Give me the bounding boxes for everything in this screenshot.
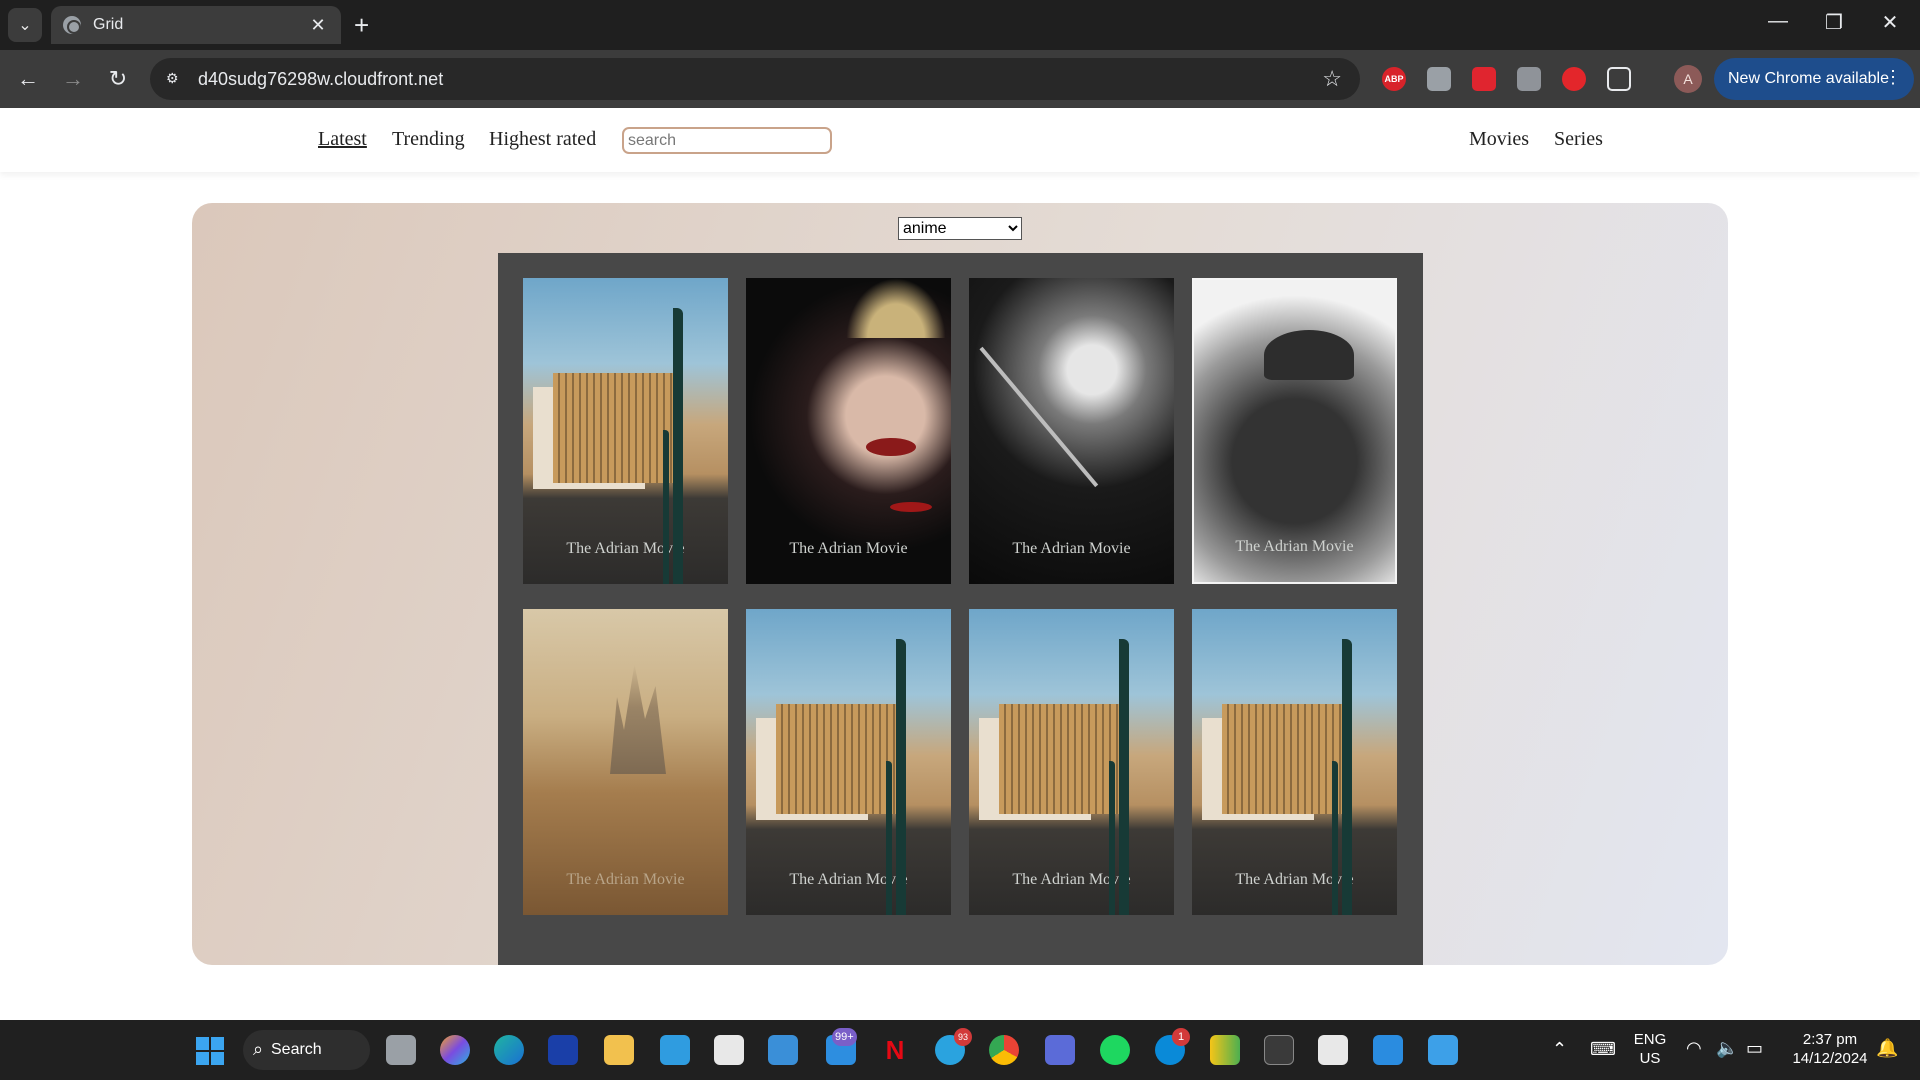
site-header: Latest Trending Highest rated Movies Ser… bbox=[0, 108, 1920, 172]
update-label: New Chrome available bbox=[1728, 70, 1889, 87]
edge-icon[interactable] bbox=[494, 1035, 524, 1065]
site-info-icon[interactable]: ⚙ bbox=[166, 70, 186, 88]
movie-card[interactable]: The Adrian Movie bbox=[969, 609, 1174, 915]
translate-extension-icon[interactable] bbox=[1517, 67, 1541, 91]
back-icon[interactable]: ← bbox=[13, 64, 43, 94]
movie-title: The Adrian Movie bbox=[1012, 871, 1131, 888]
reload-icon[interactable]: ↻ bbox=[103, 64, 133, 94]
keyboard-icon[interactable]: ⌨ bbox=[1590, 1039, 1616, 1060]
movie-title: The Adrian Movie bbox=[789, 871, 908, 888]
photos-app-icon[interactable] bbox=[768, 1035, 798, 1065]
movie-title: The Adrian Movie bbox=[1012, 540, 1131, 557]
more-menu-icon[interactable]: ⋮ bbox=[1884, 67, 1902, 88]
l-app-icon[interactable] bbox=[548, 1035, 578, 1065]
restore-icon[interactable]: ❐ bbox=[1814, 10, 1854, 35]
browser-tab[interactable]: Grid ✕ bbox=[51, 6, 341, 44]
task-view-icon[interactable] bbox=[386, 1035, 416, 1065]
hand-extension-icon[interactable] bbox=[1562, 67, 1586, 91]
clock-time: 2:37 pm bbox=[1802, 1031, 1858, 1048]
netflix-icon[interactable]: N bbox=[880, 1035, 910, 1065]
telegram-badge: 93 bbox=[954, 1028, 972, 1046]
address-bar[interactable]: ⚙ d40sudg76298w.cloudfront.net ☆ bbox=[150, 58, 1360, 100]
chevron-down-icon: ⌄ bbox=[18, 17, 32, 34]
search-icon: ⌕ bbox=[253, 1039, 264, 1059]
region-code: US bbox=[1639, 1050, 1661, 1067]
nav-trending[interactable]: Trending bbox=[392, 128, 465, 151]
monitor-app-icon[interactable] bbox=[660, 1035, 690, 1065]
clock[interactable]: 2:37 pm 14/12/2024 bbox=[1780, 1030, 1880, 1068]
clock-date: 14/12/2024 bbox=[1792, 1050, 1868, 1067]
nav-latest[interactable]: Latest bbox=[318, 128, 367, 151]
movie-title: The Adrian Movie bbox=[566, 871, 685, 888]
chrome-update-button[interactable]: New Chrome available ⋮ bbox=[1714, 58, 1914, 100]
terminal-icon[interactable] bbox=[1264, 1035, 1294, 1065]
search-input[interactable] bbox=[622, 127, 832, 154]
nav-movies[interactable]: Movies bbox=[1469, 128, 1529, 151]
movie-card[interactable]: The Adrian Movie bbox=[1192, 278, 1397, 584]
language-code: ENG bbox=[1633, 1031, 1667, 1048]
media-player-icon[interactable] bbox=[1045, 1035, 1075, 1065]
taskbar: ⌕ Search 99+ N 93 1 ⌃ ⌨ ENG US ◠ 🔈 ▭ 2:3… bbox=[0, 1020, 1920, 1080]
movie-card[interactable]: The Adrian Movie bbox=[746, 609, 951, 915]
nav-highest-rated[interactable]: Highest rated bbox=[489, 128, 596, 151]
paint-app-icon[interactable] bbox=[1428, 1035, 1458, 1065]
browser-toolbar: ← → ↻ ⚙ d40sudg76298w.cloudfront.net ☆ bbox=[0, 50, 1920, 108]
printer-extension-icon[interactable] bbox=[1427, 67, 1451, 91]
skype-badge: 1 bbox=[1172, 1028, 1190, 1046]
movie-title: The Adrian Movie bbox=[1235, 538, 1354, 555]
mail-badge: 99+ bbox=[832, 1028, 857, 1046]
web-page: Latest Trending Highest rated Movies Ser… bbox=[0, 108, 1920, 1020]
taskbar-search[interactable]: ⌕ Search bbox=[243, 1030, 370, 1070]
file-explorer-icon[interactable] bbox=[604, 1035, 634, 1065]
movie-card[interactable]: The Adrian Movie bbox=[523, 278, 728, 584]
tab-title: Grid bbox=[93, 16, 124, 33]
movie-card[interactable]: The Adrian Movie bbox=[1192, 609, 1397, 915]
url-text: d40sudg76298w.cloudfront.net bbox=[198, 68, 444, 89]
notification-bell-icon[interactable]: 🔔 bbox=[1876, 1038, 1898, 1059]
minimize-icon[interactable]: — bbox=[1758, 10, 1798, 33]
chevron-up-icon[interactable]: ⌃ bbox=[1552, 1039, 1567, 1060]
language-indicator[interactable]: ENG US bbox=[1628, 1030, 1672, 1068]
movie-title: The Adrian Movie bbox=[566, 540, 685, 557]
chrome-icon[interactable] bbox=[989, 1035, 1019, 1065]
volume-icon[interactable]: 🔈 bbox=[1716, 1038, 1738, 1059]
movie-grid: The Adrian Movie The Adrian Movie The Ad… bbox=[523, 278, 1397, 915]
window-close-icon[interactable]: ✕ bbox=[1870, 10, 1910, 35]
movie-title: The Adrian Movie bbox=[1235, 871, 1354, 888]
copilot-icon[interactable] bbox=[440, 1035, 470, 1065]
content-panel: anime The Adrian Movie The Adrian Movie … bbox=[192, 203, 1728, 965]
forward-icon[interactable]: → bbox=[58, 64, 88, 94]
vscode-icon[interactable] bbox=[1373, 1035, 1403, 1065]
movie-card[interactable]: The Adrian Movie bbox=[523, 609, 728, 915]
battery-icon[interactable]: ▭ bbox=[1746, 1038, 1763, 1059]
tab-strip: ⌄ Grid ✕ + — ❐ ✕ bbox=[0, 0, 1920, 50]
movie-card[interactable]: The Adrian Movie bbox=[969, 278, 1174, 584]
media-extension-icon[interactable] bbox=[1472, 67, 1496, 91]
globe-icon bbox=[63, 16, 81, 34]
adblock-extension-icon[interactable]: ABP bbox=[1382, 67, 1406, 91]
close-icon[interactable]: ✕ bbox=[307, 15, 329, 36]
nav-series[interactable]: Series bbox=[1554, 128, 1603, 151]
movie-grid-container: The Adrian Movie The Adrian Movie The Ad… bbox=[498, 253, 1423, 965]
spotify-icon[interactable] bbox=[1100, 1035, 1130, 1065]
genre-select[interactable]: anime bbox=[898, 217, 1022, 240]
movie-title: The Adrian Movie bbox=[789, 540, 908, 557]
new-tab-button[interactable]: + bbox=[354, 10, 369, 40]
wifi-icon[interactable]: ◠ bbox=[1686, 1038, 1702, 1059]
taskbar-search-label: Search bbox=[271, 1041, 322, 1058]
profile-avatar[interactable]: A bbox=[1674, 65, 1702, 93]
windows-start-icon[interactable] bbox=[196, 1037, 224, 1065]
extensions-puzzle-icon[interactable] bbox=[1607, 67, 1631, 91]
gt-app-icon[interactable] bbox=[1210, 1035, 1240, 1065]
document-app-icon[interactable] bbox=[1318, 1035, 1348, 1065]
store-icon[interactable] bbox=[714, 1035, 744, 1065]
tab-search-button[interactable]: ⌄ bbox=[8, 8, 42, 42]
movie-card[interactable]: The Adrian Movie bbox=[746, 278, 951, 584]
bookmark-star-icon[interactable]: ☆ bbox=[1322, 66, 1342, 92]
